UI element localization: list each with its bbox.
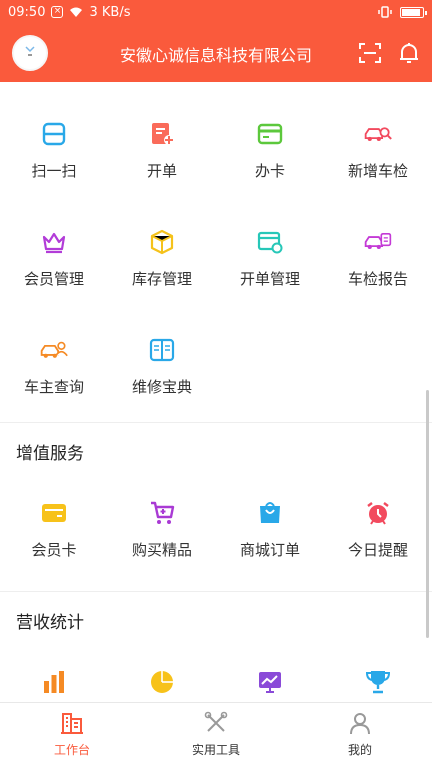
revenue-item-monitor-chart[interactable] xyxy=(216,654,324,702)
section-title-revenue: 营收统计 xyxy=(16,613,84,633)
menu-item-label: 扫一扫 xyxy=(31,162,77,180)
revenue-item-pie-chart[interactable] xyxy=(108,654,216,702)
scan-icon[interactable] xyxy=(358,41,382,65)
menu-item-open-bill[interactable]: 开单 xyxy=(108,82,216,190)
menu-item-today-reminder[interactable]: 今日提醒 xyxy=(324,485,432,591)
revenue-item-trophy[interactable] xyxy=(324,654,432,702)
menu-item-mall-orders[interactable]: 商城订单 xyxy=(216,485,324,591)
function-grid: 扫一扫 开单 办卡 新增车检 会员管理 库存管理 开单管理 车检报告 车主查询 … xyxy=(0,82,432,406)
tab-workbench[interactable]: 工作台 xyxy=(0,703,144,768)
vibrate-icon xyxy=(378,6,392,18)
menu-item-label: 车检报告 xyxy=(347,270,408,288)
menu-item-label: 商城订单 xyxy=(239,541,300,559)
menu-item-label: 开单管理 xyxy=(239,270,300,288)
app-header: 安徽心诚信息科技有限公司 xyxy=(0,24,432,82)
tab-label: 工作台 xyxy=(53,743,90,757)
trophy-icon xyxy=(365,671,391,694)
network-speed: 3 KB/s xyxy=(89,4,131,20)
menu-item-label: 车主查询 xyxy=(23,378,84,396)
tab-tools[interactable]: 实用工具 xyxy=(144,703,288,768)
menu-item-apply-card[interactable]: 办卡 xyxy=(216,82,324,190)
status-time: 09:50 xyxy=(8,4,46,20)
menu-item-inspection-report[interactable]: 车检报告 xyxy=(324,190,432,298)
bill-settings-icon xyxy=(257,231,283,254)
menu-item-label: 开单 xyxy=(146,162,177,180)
tools-icon xyxy=(204,711,228,732)
user-icon xyxy=(350,713,370,735)
bell-icon[interactable] xyxy=(398,41,420,65)
menu-item-inventory-mgmt[interactable]: 库存管理 xyxy=(108,190,216,298)
pie-chart-icon xyxy=(151,671,173,693)
menu-item-new-inspection[interactable]: 新增车检 xyxy=(324,82,432,190)
bar-chart-icon xyxy=(44,671,64,693)
scan-qr-icon xyxy=(42,122,66,146)
value-added-grid: 会员卡 购买精品 商城订单 今日提醒 xyxy=(0,485,432,591)
menu-item-owner-query[interactable]: 车主查询 xyxy=(0,298,108,406)
tab-label: 实用工具 xyxy=(191,743,240,757)
car-report-icon xyxy=(364,232,392,249)
revenue-grid xyxy=(0,654,432,702)
tab-label: 我的 xyxy=(347,743,372,757)
avatar-icon xyxy=(25,46,35,56)
menu-item-buy-premium[interactable]: 购买精品 xyxy=(108,485,216,591)
status-bar: 09:50 × 3 KB/s xyxy=(0,0,432,24)
alarm-icon xyxy=(367,502,389,525)
menu-item-label: 会员管理 xyxy=(23,270,84,288)
revenue-item-bar-chart[interactable] xyxy=(0,654,108,702)
bill-add-icon xyxy=(152,123,174,145)
car-owner-icon xyxy=(40,341,68,358)
menu-item-repair-manual[interactable]: 维修宝典 xyxy=(108,298,216,406)
menu-item-member-mgmt[interactable]: 会员管理 xyxy=(0,190,108,298)
tab-mine[interactable]: 我的 xyxy=(288,703,432,768)
scrollbar[interactable] xyxy=(426,390,429,638)
crown-icon xyxy=(42,232,66,254)
menu-item-scan[interactable]: 扫一扫 xyxy=(0,82,108,190)
menu-item-label: 会员卡 xyxy=(31,541,77,559)
wifi-icon xyxy=(70,7,83,17)
battery-icon xyxy=(400,6,427,18)
menu-item-label: 库存管理 xyxy=(131,270,192,288)
menu-item-label: 维修宝典 xyxy=(131,378,192,396)
menu-item-member-card[interactable]: 会员卡 xyxy=(0,485,108,591)
monitor-chart-icon xyxy=(259,672,281,693)
box-icon xyxy=(150,229,174,255)
avatar[interactable] xyxy=(12,35,48,71)
shopping-bag-icon xyxy=(260,502,280,523)
menu-item-label: 办卡 xyxy=(254,162,285,180)
car-search-icon xyxy=(364,127,392,141)
menu-item-label: 新增车检 xyxy=(347,162,408,180)
menu-item-label: 购买精品 xyxy=(131,541,192,559)
workbench-content[interactable]: 扫一扫 开单 办卡 新增车检 会员管理 库存管理 开单管理 车检报告 车主查询 … xyxy=(0,82,432,702)
book-icon xyxy=(149,338,175,362)
section-title-value-added: 增值服务 xyxy=(16,444,84,464)
menu-item-bill-mgmt[interactable]: 开单管理 xyxy=(216,190,324,298)
bottom-nav: 工作台 实用工具 我的 xyxy=(0,702,432,768)
workbench-icon xyxy=(61,713,83,734)
notification-icon: × xyxy=(51,6,64,18)
card-icon xyxy=(257,123,283,145)
cart-icon xyxy=(151,501,175,524)
menu-item-label: 今日提醒 xyxy=(347,541,408,559)
member-card-icon xyxy=(42,504,66,522)
